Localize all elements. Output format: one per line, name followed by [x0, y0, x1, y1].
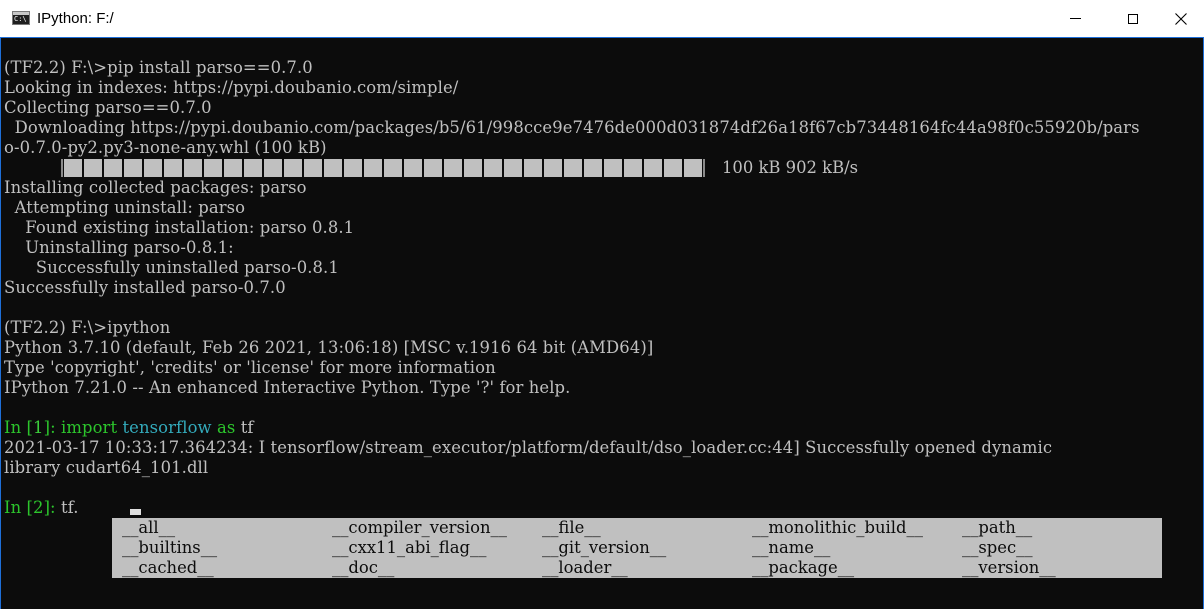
- keyword-import: import: [61, 418, 118, 437]
- console-line: library cudart64_101.dll: [4, 458, 209, 477]
- completion-item[interactable]: __name__: [752, 538, 830, 558]
- completion-item[interactable]: __path__: [962, 518, 1032, 538]
- console-line: o-0.7.0-py2.py3-none-any.whl (100 kB): [4, 138, 327, 157]
- progress-bar-fill: [64, 159, 702, 177]
- completion-item[interactable]: __builtins__: [122, 538, 217, 558]
- console-line: (TF2.2) F:\>ipython: [4, 318, 171, 337]
- completion-item[interactable]: __compiler_version__: [332, 518, 507, 538]
- text-cursor: [130, 509, 141, 515]
- console-line: Attempting uninstall: parso: [4, 198, 246, 217]
- input-code[interactable]: tf.: [61, 498, 79, 517]
- completion-item[interactable]: __spec__: [962, 538, 1033, 558]
- alias-name: tf: [240, 418, 254, 437]
- in-prompt: In [2]:: [4, 498, 61, 517]
- completion-popup[interactable]: __all__ __compiler_version__ __file__ __…: [112, 518, 1162, 578]
- ipython-input-2[interactable]: In [2]: tf.: [4, 498, 79, 518]
- maximize-icon: [1128, 13, 1138, 24]
- progress-text: 100 kB 902 kB/s: [722, 158, 859, 177]
- keyword-as: as: [216, 418, 236, 437]
- ipython-input-1: In [1]: import tensorflow as tf: [4, 418, 254, 438]
- console-line: Found existing installation: parso 0.8.1: [4, 218, 355, 237]
- completion-item[interactable]: __cxx11_abi_flag__: [332, 538, 486, 558]
- progress-bar-left-edge: [61, 159, 63, 177]
- in-prompt-close: ]:: [43, 418, 62, 437]
- minimize-button[interactable]: [1052, 0, 1098, 37]
- minimize-icon: [1069, 18, 1081, 19]
- completion-item[interactable]: __package__: [752, 558, 854, 578]
- module-name: tensorflow: [122, 418, 212, 437]
- console-line: Successfully installed parso-0.7.0: [4, 278, 286, 297]
- console-line: Looking in indexes: https://pypi.doubani…: [4, 78, 459, 97]
- completion-item[interactable]: __git_version__: [542, 538, 666, 558]
- console-line: 2021-03-17 10:33:17.364234: I tensorflow…: [4, 438, 1053, 457]
- console-icon: C:\: [12, 11, 30, 25]
- progress-bar-right-edge: [703, 159, 705, 177]
- console-line: Installing collected packages: parso: [4, 178, 307, 197]
- completion-item[interactable]: __monolithic_build__: [752, 518, 923, 538]
- console-line: Downloading https://pypi.doubanio.com/pa…: [4, 118, 1140, 137]
- title-bar[interactable]: C:\ IPython: F:/: [0, 0, 1204, 38]
- window-title: IPython: F:/: [37, 10, 114, 27]
- console-line: Python 3.7.10 (default, Feb 26 2021, 13:…: [4, 338, 654, 357]
- console-line: Type 'copyright', 'credits' or 'license'…: [4, 358, 496, 377]
- console-line: Uninstalling parso-0.8.1:: [4, 238, 234, 257]
- maximize-button[interactable]: [1110, 0, 1156, 37]
- completion-item[interactable]: __loader__: [542, 558, 628, 578]
- in-prompt: In [: [4, 418, 34, 437]
- completion-item[interactable]: __cached__: [122, 558, 214, 578]
- console-line: Successfully uninstalled parso-0.8.1: [4, 258, 339, 277]
- completion-item[interactable]: __doc__: [332, 558, 394, 578]
- in-prompt-number: 1: [33, 418, 44, 437]
- console-line: (TF2.2) F:\>pip install parso==0.7.0: [4, 58, 313, 77]
- progress-bar: [61, 159, 705, 177]
- completion-item[interactable]: __all__: [122, 518, 175, 538]
- console-line: Collecting parso==0.7.0: [4, 98, 212, 117]
- close-icon: [1175, 12, 1187, 25]
- close-button[interactable]: [1158, 0, 1204, 37]
- completion-item[interactable]: __version__: [962, 558, 1056, 578]
- completion-item[interactable]: __file__: [542, 518, 601, 538]
- console-line: IPython 7.21.0 -- An enhanced Interactiv…: [4, 378, 571, 397]
